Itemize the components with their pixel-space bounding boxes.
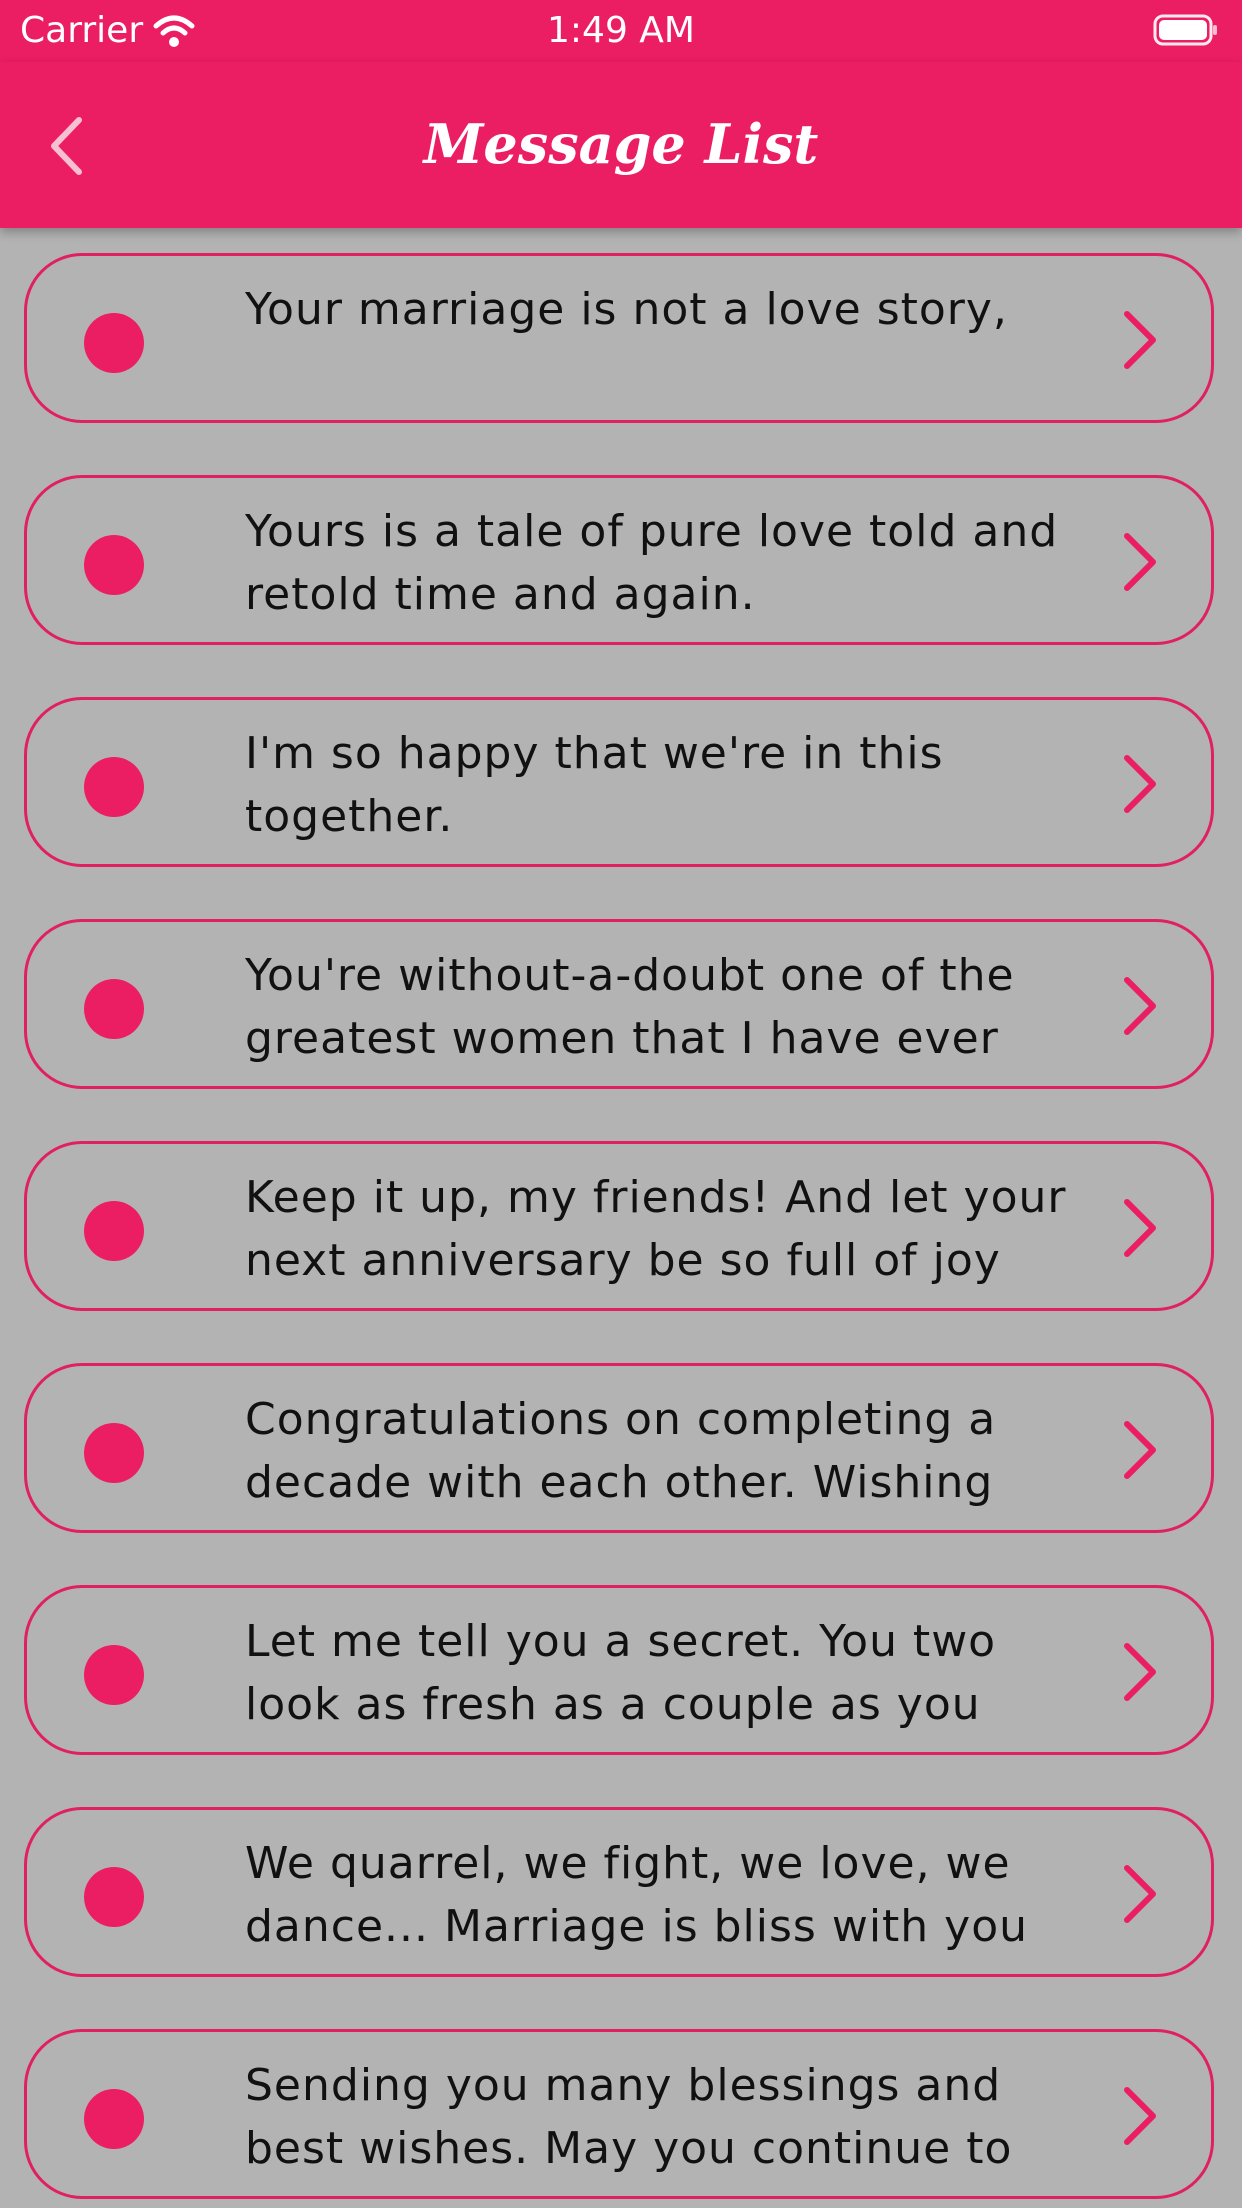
message-text: Congratulations on completing a decade w…: [245, 1394, 997, 1508]
chevron-right-icon: [1124, 755, 1156, 813]
bullet-dot-icon: [84, 979, 144, 1039]
chevron-right-icon: [1124, 1643, 1156, 1701]
message-item[interactable]: You're without-a-doubt one of the greate…: [24, 919, 1214, 1089]
message-text: I'm so happy that we're in this together…: [245, 728, 944, 842]
message-item[interactable]: Your marriage is not a love story,: [24, 253, 1214, 423]
message-text: Sending you many blessings and best wish…: [245, 2060, 1013, 2174]
chevron-right-icon: [1124, 2087, 1156, 2145]
status-bar: Carrier 1:49 AM: [0, 0, 1242, 62]
bullet-dot-icon: [84, 2089, 144, 2149]
chevron-right-icon: [1124, 533, 1156, 591]
message-item[interactable]: Keep it up, my friends! And let your nex…: [24, 1141, 1214, 1311]
chevron-right-icon: [1124, 1199, 1156, 1257]
message-item[interactable]: Congratulations on completing a decade w…: [24, 1363, 1214, 1533]
chevron-right-icon: [1124, 1421, 1156, 1479]
chevron-right-icon: [1124, 311, 1156, 369]
chevron-right-icon: [1124, 977, 1156, 1035]
nav-bar: Message List: [0, 62, 1242, 228]
message-item[interactable]: Yours is a tale of pure love told and re…: [24, 475, 1214, 645]
bullet-dot-icon: [84, 757, 144, 817]
message-text: Keep it up, my friends! And let your nex…: [245, 1172, 1067, 1286]
clock: 1:49 AM: [547, 10, 695, 51]
message-text: Yours is a tale of pure love told and re…: [245, 506, 1059, 620]
bullet-dot-icon: [84, 1423, 144, 1483]
chevron-right-icon: [1124, 1865, 1156, 1923]
message-item[interactable]: Sending you many blessings and best wish…: [24, 2029, 1214, 2199]
bullet-dot-icon: [84, 535, 144, 595]
message-text: Let me tell you a secret. You two look a…: [245, 1616, 997, 1730]
page-title: Message List: [423, 112, 819, 176]
message-text: Your marriage is not a love story,: [245, 284, 1008, 335]
bullet-dot-icon: [84, 1201, 144, 1261]
bullet-dot-icon: [84, 313, 144, 373]
message-item[interactable]: We quarrel, we fight, we love, we dance.…: [24, 1807, 1214, 1977]
bullet-dot-icon: [84, 1867, 144, 1927]
message-text: You're without-a-doubt one of the greate…: [245, 950, 1015, 1064]
message-item[interactable]: Let me tell you a secret. You two look a…: [24, 1585, 1214, 1755]
battery-icon: [1153, 14, 1217, 46]
bullet-dot-icon: [84, 1645, 144, 1705]
message-text: We quarrel, we fight, we love, we dance.…: [245, 1838, 1029, 1952]
message-item[interactable]: I'm so happy that we're in this together…: [24, 697, 1214, 867]
message-list[interactable]: Your marriage is not a love story, Yours…: [0, 228, 1242, 2208]
